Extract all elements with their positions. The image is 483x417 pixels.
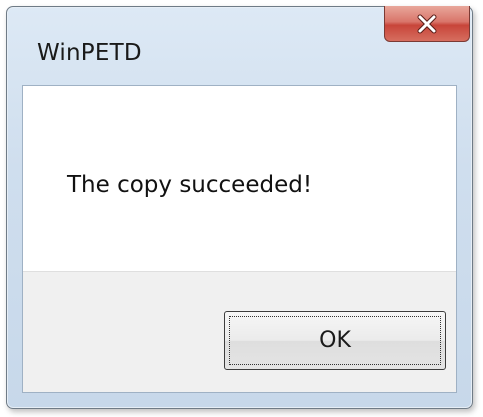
- message-dialog: WinPETD The copy succeeded! OK: [6, 6, 473, 409]
- title-bar[interactable]: WinPETD: [7, 6, 472, 85]
- close-icon: [416, 14, 438, 34]
- message-area: The copy succeeded!: [23, 86, 456, 272]
- message-text: The copy succeeded!: [67, 172, 313, 198]
- dialog-body: The copy succeeded! OK: [22, 85, 457, 393]
- window-title: WinPETD: [37, 40, 142, 66]
- focus-ring: [229, 316, 441, 365]
- ok-button[interactable]: OK: [224, 311, 446, 370]
- close-button[interactable]: [384, 6, 470, 42]
